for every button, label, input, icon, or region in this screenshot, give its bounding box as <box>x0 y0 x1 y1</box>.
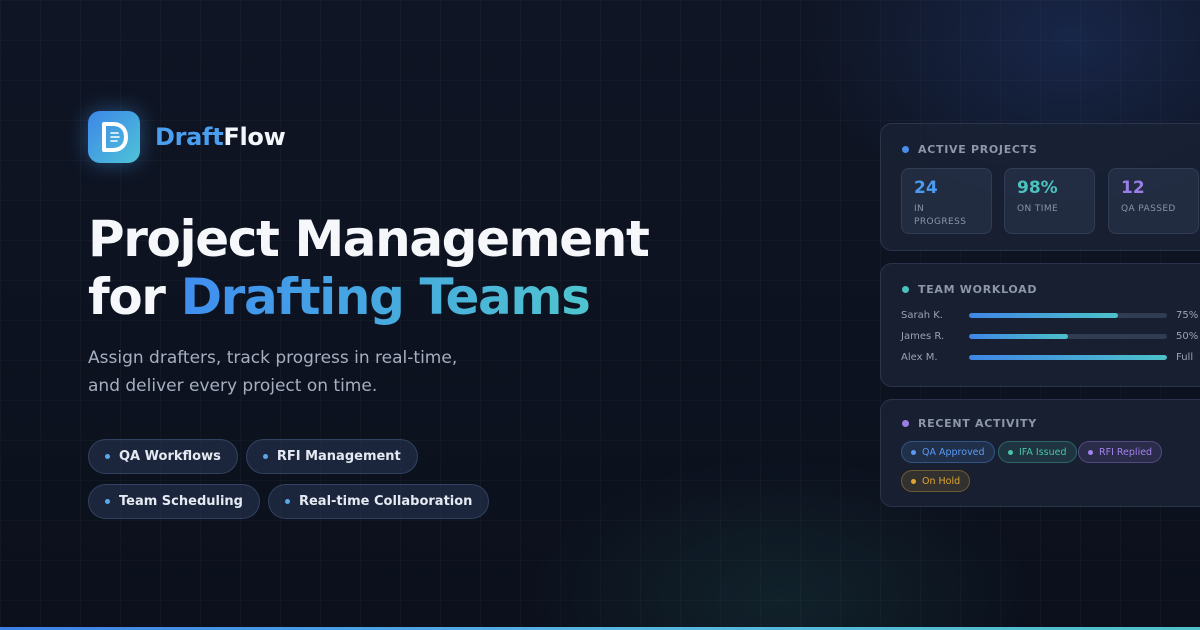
activity-pill-on-hold[interactable]: On Hold <box>901 470 971 492</box>
recent-activity-title: RECENT ACTIVITY <box>918 417 1037 430</box>
pill-label: IFA Issued <box>1019 446 1067 458</box>
recent-activity-panel: RECENT ACTIVITY QA Approved IFA Issued R… <box>880 399 1200 507</box>
brand-name-part2: Flow <box>223 123 286 151</box>
tag-real-time-collaboration[interactable]: Real-time Collaboration <box>267 484 490 519</box>
tag-label: RFI Management <box>276 449 401 464</box>
stat-in-progress[interactable]: 24 IN PROGRESS <box>901 168 992 234</box>
pill-dot-icon <box>1008 449 1013 455</box>
activity-pill-ifa-issued[interactable]: IFA Issued <box>998 441 1077 463</box>
status-dot-icon <box>902 286 909 293</box>
drafting-document-icon <box>88 111 140 163</box>
hero-title: Project Management for Drafting Teams <box>88 210 650 326</box>
team-workload-header: TEAM WORKLOAD <box>902 283 1037 296</box>
tag-dot-icon <box>262 454 268 459</box>
tag-label: Real-time Collaboration <box>298 494 473 509</box>
pill-label: QA Approved <box>922 446 985 458</box>
tag-dot-icon <box>284 499 290 504</box>
stat-label: QA PASSED <box>1121 204 1176 214</box>
brand-name: DraftFlow <box>155 123 286 151</box>
tag-team-scheduling[interactable]: Team Scheduling <box>88 484 260 519</box>
stat-value: 98% <box>1017 178 1058 198</box>
workload-name: Sarah K. <box>901 309 943 321</box>
recent-activity-header: RECENT ACTIVITY <box>902 417 1037 430</box>
workload-row-sarah[interactable]: Sarah K. 75% <box>901 308 1198 322</box>
stat-label-line1: IN <box>914 204 925 214</box>
workload-percent: 50% <box>1176 330 1199 342</box>
tag-dot-icon <box>105 454 110 459</box>
workload-name: James R. <box>901 330 945 342</box>
activity-pill-qa-approved[interactable]: QA Approved <box>901 441 995 463</box>
pill-label: RFI Replied <box>1099 446 1153 458</box>
stat-qa-passed[interactable]: 12 QA PASSED <box>1108 168 1199 234</box>
activity-pill-rfi-replied[interactable]: RFI Replied <box>1078 441 1163 463</box>
workload-percent: 75% <box>1176 309 1199 321</box>
workload-name: Alex M. <box>901 351 938 363</box>
status-dot-icon <box>902 146 909 153</box>
active-projects-title: ACTIVE PROJECTS <box>918 143 1038 156</box>
brand-name-part1: Draft <box>155 123 224 151</box>
pill-dot-icon <box>1088 449 1093 455</box>
workload-percent: Full <box>1176 351 1194 363</box>
brand: DraftFlow <box>88 111 286 163</box>
pill-dot-icon <box>911 449 916 455</box>
hero-title-line1: Project Management <box>88 210 650 268</box>
pill-dot-icon <box>911 478 916 484</box>
workload-bar-track <box>969 333 1167 339</box>
tag-label: Team Scheduling <box>119 494 243 509</box>
hero-title-accent: Drafting Teams <box>180 268 591 326</box>
feature-tags: QA Workflows RFI Management Team Schedul… <box>88 439 558 519</box>
stat-label: IN PROGRESS <box>914 203 979 229</box>
workload-bar-fill <box>969 354 1167 360</box>
active-projects-header: ACTIVE PROJECTS <box>902 143 1038 156</box>
workload-bar-fill <box>969 312 1118 318</box>
workload-bar-fill <box>969 333 1068 339</box>
stat-label-line2: PROGRESS <box>914 217 967 227</box>
workload-bar-track <box>969 312 1167 318</box>
tag-qa-workflows[interactable]: QA Workflows <box>88 439 238 474</box>
stat-on-time[interactable]: 98% ON TIME <box>1004 168 1095 234</box>
tag-label: QA Workflows <box>119 449 221 464</box>
hero-title-line2: for Drafting Teams <box>88 268 649 326</box>
stat-value: 24 <box>914 178 938 198</box>
pill-label: On Hold <box>922 475 961 487</box>
stat-value: 12 <box>1121 178 1145 198</box>
stat-label: ON TIME <box>1017 204 1059 214</box>
hero-title-line2-plain: for <box>88 268 181 326</box>
active-projects-panel: ACTIVE PROJECTS 24 IN PROGRESS 98% ON TIM… <box>880 123 1200 251</box>
workload-row-alex[interactable]: Alex M. Full <box>901 350 1193 364</box>
team-workload-title: TEAM WORKLOAD <box>918 283 1038 296</box>
hero-subtitle: Assign drafters, track progress in real-… <box>88 344 528 400</box>
team-workload-panel: TEAM WORKLOAD Sarah K. 75% James R. 50% … <box>880 263 1200 387</box>
tag-dot-icon <box>105 499 110 504</box>
workload-bar-track <box>969 354 1167 360</box>
hero-subtitle-line1: Assign drafters, track progress in real-… <box>88 348 458 368</box>
hero-subtitle-line2: and deliver every project on time. <box>88 376 378 396</box>
workload-row-james[interactable]: James R. 50% <box>901 329 1198 343</box>
status-dot-icon <box>902 420 909 427</box>
tag-rfi-management[interactable]: RFI Management <box>245 439 418 474</box>
